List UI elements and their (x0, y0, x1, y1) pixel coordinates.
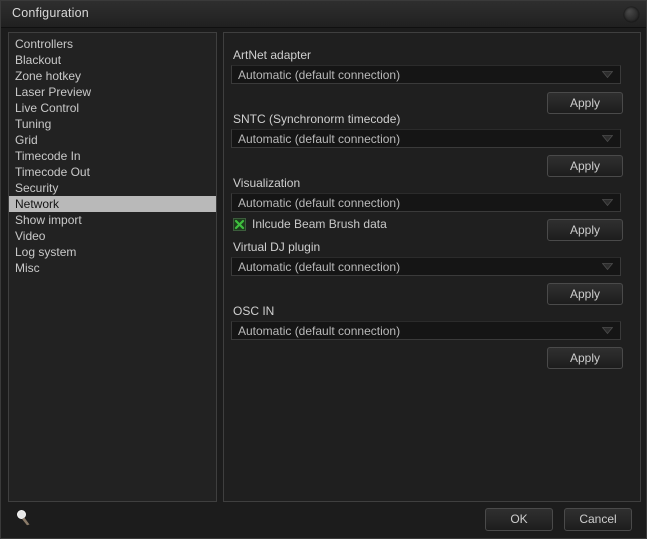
sidebar-list: Controllers Blackout Zone hotkey Laser P… (9, 36, 216, 276)
apply-button-sntc[interactable]: Apply (547, 155, 623, 177)
sidebar-item-network[interactable]: Network (9, 196, 216, 212)
chevron-down-icon (598, 322, 616, 339)
sidebar-item-laser-preview[interactable]: Laser Preview (9, 84, 216, 100)
virtual-dj-dropdown[interactable]: Automatic (default connection) (231, 257, 621, 276)
osc-in-value: Automatic (default connection) (238, 324, 400, 338)
sidebar-item-blackout[interactable]: Blackout (9, 52, 216, 68)
include-beam-brush-row[interactable]: Inlcude Beam Brush data (233, 216, 387, 232)
sidebar-item-zone-hotkey[interactable]: Zone hotkey (9, 68, 216, 84)
chevron-down-icon (598, 130, 616, 147)
apply-button-virtual-dj[interactable]: Apply (547, 283, 623, 305)
sidebar-item-tuning[interactable]: Tuning (9, 116, 216, 132)
osc-in-dropdown[interactable]: Automatic (default connection) (231, 321, 621, 340)
sidebar-item-misc[interactable]: Misc (9, 260, 216, 276)
checkbox-icon[interactable] (233, 218, 246, 231)
apply-button-visualization[interactable]: Apply (547, 219, 623, 241)
visualization-dropdown[interactable]: Automatic (default connection) (231, 193, 621, 212)
sidebar-item-video[interactable]: Video (9, 228, 216, 244)
ok-button[interactable]: OK (485, 508, 553, 531)
sidebar-item-security[interactable]: Security (9, 180, 216, 196)
chevron-down-icon (598, 66, 616, 83)
sidebar-item-grid[interactable]: Grid (9, 132, 216, 148)
osc-in-label: OSC IN (233, 304, 274, 318)
configuration-dialog: Configuration Controllers Blackout Zone … (0, 0, 647, 539)
virtual-dj-value: Automatic (default connection) (238, 260, 400, 274)
sidebar-panel: Controllers Blackout Zone hotkey Laser P… (8, 32, 217, 502)
sidebar-item-timecode-out[interactable]: Timecode Out (9, 164, 216, 180)
title-bar: Configuration (1, 1, 647, 28)
sidebar-item-show-import[interactable]: Show import (9, 212, 216, 228)
visualization-value: Automatic (default connection) (238, 196, 400, 210)
chevron-down-icon (598, 194, 616, 211)
sntc-dropdown[interactable]: Automatic (default connection) (231, 129, 621, 148)
apply-button-artnet[interactable]: Apply (547, 92, 623, 114)
artnet-adapter-value: Automatic (default connection) (238, 68, 400, 82)
cancel-button[interactable]: Cancel (564, 508, 632, 531)
include-beam-brush-label: Inlcude Beam Brush data (252, 217, 387, 231)
sidebar-item-live-control[interactable]: Live Control (9, 100, 216, 116)
chevron-down-icon (598, 258, 616, 275)
sntc-value: Automatic (default connection) (238, 132, 400, 146)
orb-icon[interactable] (624, 7, 639, 22)
sidebar-item-controllers[interactable]: Controllers (9, 36, 216, 52)
apply-button-osc-in[interactable]: Apply (547, 347, 623, 369)
sidebar-item-log-system[interactable]: Log system (9, 244, 216, 260)
artnet-adapter-dropdown[interactable]: Automatic (default connection) (231, 65, 621, 84)
sntc-label: SNTC (Synchronorm timecode) (233, 112, 400, 126)
artnet-adapter-label: ArtNet adapter (233, 48, 311, 62)
virtual-dj-label: Virtual DJ plugin (233, 240, 320, 254)
sidebar-item-timecode-in[interactable]: Timecode In (9, 148, 216, 164)
magnifier-icon[interactable] (15, 509, 33, 527)
window-title: Configuration (12, 6, 89, 20)
visualization-label: Visualization (233, 176, 300, 190)
